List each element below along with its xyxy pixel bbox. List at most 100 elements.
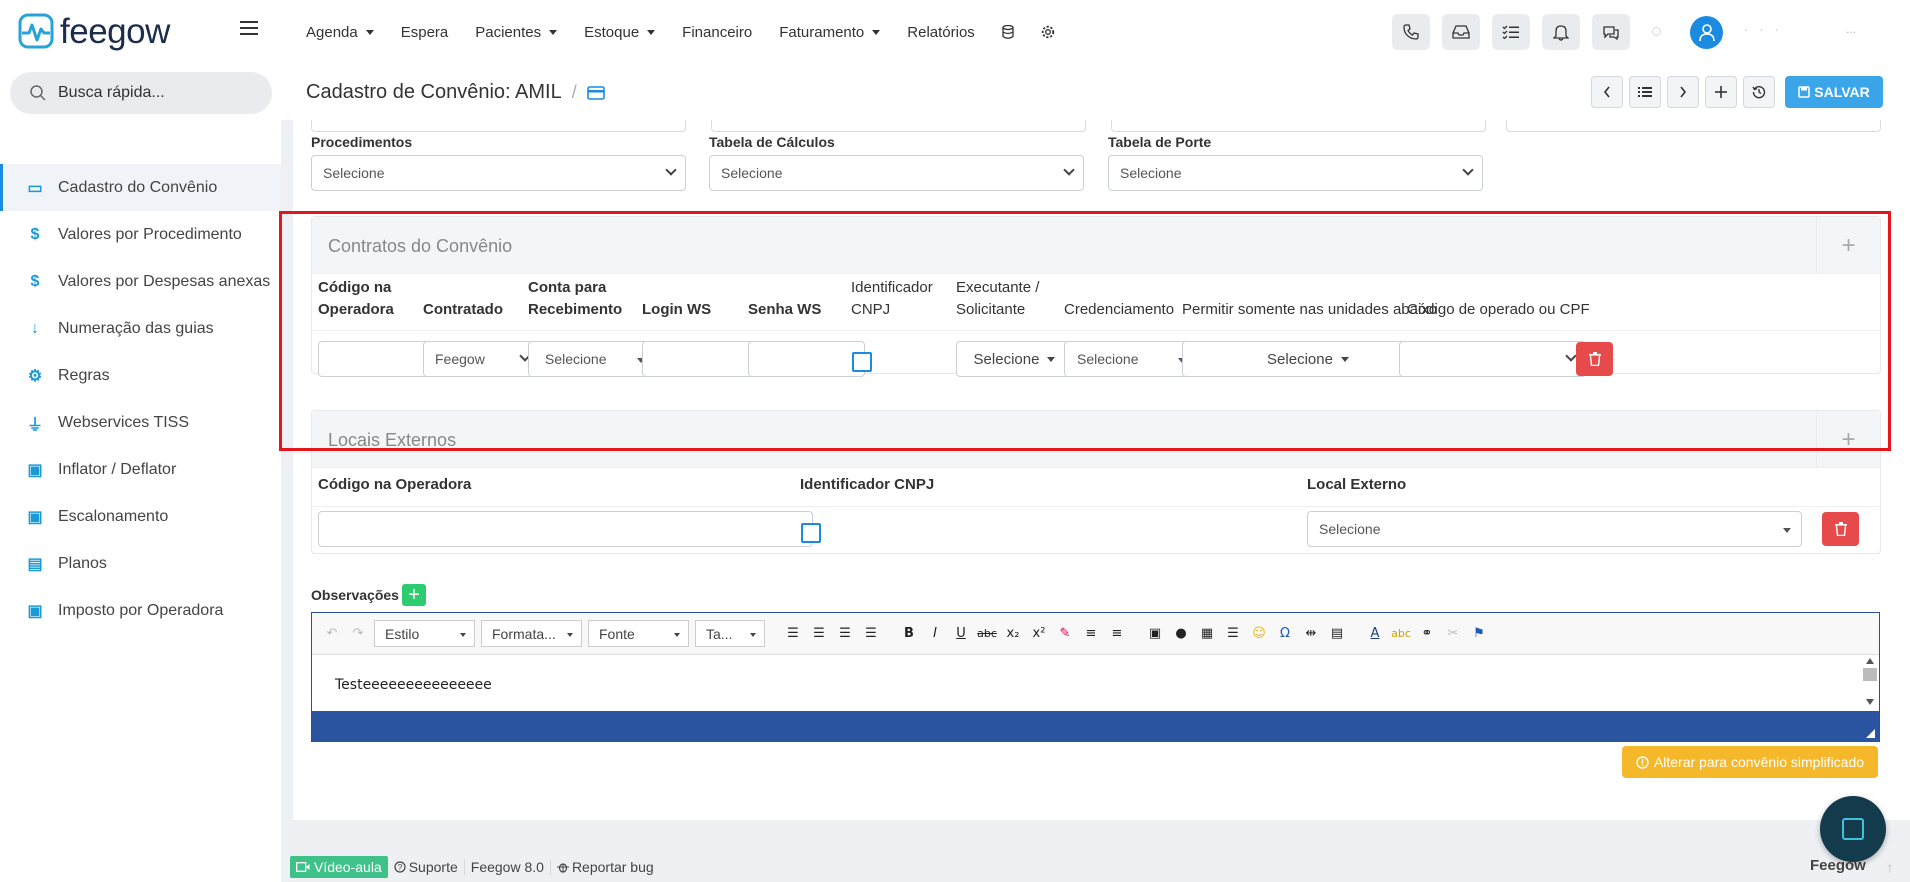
rich-text-editor[interactable]: ↶ ↷ Estilo Formata... Fonte Ta... ☰ ☰ ☰ … <box>311 612 1880 742</box>
simplify-convenio-button[interactable]: Alterar para convênio simplificado <box>1622 746 1878 778</box>
bullet-list-icon[interactable]: ≡ <box>1107 622 1127 646</box>
sidebar-item-0[interactable]: ▭ Cadastro do Convênio <box>0 164 281 211</box>
tabela-porte-select[interactable]: Selecione <box>1108 155 1483 191</box>
previous-button[interactable] <box>1591 76 1623 108</box>
flash-icon[interactable]: ● <box>1171 622 1191 646</box>
size-select[interactable]: Ta... <box>695 620 765 647</box>
local-externo-select[interactable]: Selecione <box>1307 511 1802 547</box>
nav-item-espera[interactable]: Espera <box>401 24 449 41</box>
align-left-icon[interactable]: ☰ <box>783 622 803 646</box>
next-button[interactable] <box>1667 76 1699 108</box>
sidebar-item-9[interactable]: ▣ Imposto por Operadora <box>0 587 281 634</box>
sidebar-item-7[interactable]: ▣ Escalonamento <box>0 493 281 540</box>
spellcheck-icon[interactable]: abc <box>1391 622 1411 646</box>
smiley-icon[interactable]: ☺ <box>1249 622 1269 646</box>
sidebar-item-5[interactable]: ⏚ Webservices TISS <box>0 399 281 446</box>
sidebar-item-8[interactable]: ▤ Planos <box>0 540 281 587</box>
underline-icon[interactable]: U <box>951 622 971 646</box>
sidebar-item-1[interactable]: $ Valores por Procedimento <box>0 211 281 258</box>
page-break-icon[interactable]: ⇹ <box>1301 622 1321 646</box>
executante-dropdown[interactable]: Selecione <box>956 341 1073 377</box>
align-center-icon[interactable]: ☰ <box>809 622 829 646</box>
list-button[interactable] <box>1629 76 1661 108</box>
chat-widget-button[interactable] <box>1820 796 1886 862</box>
nav-item-pacientes[interactable]: Pacientes <box>475 24 558 41</box>
sidebar-item-2[interactable]: $ Valores por Despesas anexas <box>0 258 281 305</box>
superscript-icon[interactable]: x² <box>1029 622 1049 646</box>
align-right-icon[interactable]: ☰ <box>835 622 855 646</box>
add-button[interactable] <box>1705 76 1737 108</box>
undo-icon[interactable]: ↶ <box>322 622 342 646</box>
style-select[interactable]: Estilo <box>374 620 475 647</box>
sidebar-item-3[interactable]: ↓ Numeração das guias <box>0 305 281 352</box>
video-aula-button[interactable]: Vídeo-aula <box>290 856 388 878</box>
save-button[interactable]: SALVAR <box>1785 76 1883 108</box>
italic-icon[interactable]: I <box>925 622 945 646</box>
template-icon[interactable]: ▤ <box>1327 622 1347 646</box>
delete-contrato-button[interactable] <box>1576 342 1613 376</box>
notifications-button[interactable] <box>1542 14 1580 50</box>
inbox-button[interactable] <box>1442 14 1480 50</box>
sidebar-item-6[interactable]: ▣ Inflator / Deflator <box>0 446 281 493</box>
database-icon[interactable] <box>1002 25 1014 39</box>
quick-search-input[interactable]: Busca rápida... <box>10 72 272 114</box>
horizontal-rule-icon[interactable]: ☰ <box>1223 622 1243 646</box>
add-contrato-button[interactable]: + <box>1816 217 1880 274</box>
text-color-icon[interactable]: A <box>1365 622 1385 646</box>
font-select[interactable]: Fonte <box>588 620 689 647</box>
editor-scrollbar[interactable] <box>1861 655 1879 711</box>
user-name[interactable]: · · · <box>1744 22 1783 36</box>
remove-format-icon[interactable]: ✎ <box>1055 622 1075 646</box>
gear-icon[interactable] <box>1041 25 1055 39</box>
chat-button[interactable] <box>1592 14 1630 50</box>
special-char-icon[interactable]: Ω <box>1275 622 1295 646</box>
contrato-conta-select[interactable]: Selecione <box>528 341 656 377</box>
nav-item-relatrios[interactable]: Relatórios <box>907 24 975 41</box>
tabela-calculos-select[interactable]: Selecione <box>709 155 1084 191</box>
editor-content[interactable]: Testeeeeeeeeeeeeeee <box>312 655 1858 711</box>
numbered-list-icon[interactable]: ≡ <box>1081 622 1101 646</box>
link-icon[interactable]: ⚭ <box>1417 622 1437 646</box>
unlink-icon[interactable]: ✂ <box>1443 622 1463 646</box>
nav-item-financeiro[interactable]: Financeiro <box>682 24 752 41</box>
user-avatar[interactable] <box>1690 16 1723 49</box>
contrato-codigo-input[interactable] <box>318 341 435 377</box>
nav-item-faturamento[interactable]: Faturamento <box>779 24 881 41</box>
nav-item-estoque[interactable]: Estoque <box>584 24 656 41</box>
image-icon[interactable]: ▣ <box>1145 622 1165 646</box>
history-button[interactable] <box>1743 76 1775 108</box>
credenciamento-select[interactable]: Selecione <box>1064 341 1197 377</box>
strikethrough-icon[interactable]: abc <box>977 622 997 646</box>
table-icon[interactable]: ▦ <box>1197 622 1217 646</box>
local-codigo-input[interactable] <box>318 511 813 547</box>
local-cnpj-checkbox[interactable] <box>801 523 821 543</box>
feegow-logo[interactable]: feegow <box>18 13 170 49</box>
procedimentos-select[interactable]: Selecione <box>311 155 686 191</box>
codigo-cpf-select[interactable] <box>1399 341 1586 377</box>
add-local-button[interactable]: + <box>1816 411 1880 468</box>
bold-icon[interactable]: B <box>899 622 919 646</box>
senha-ws-input[interactable] <box>748 341 865 377</box>
delete-local-button[interactable] <box>1822 512 1859 546</box>
redo-icon[interactable]: ↷ <box>348 622 368 646</box>
phone-button[interactable] <box>1392 14 1430 50</box>
nav-item-agenda[interactable]: Agenda <box>306 24 374 41</box>
contrato-cnpj-checkbox[interactable] <box>852 352 872 372</box>
resize-handle[interactable] <box>1866 729 1875 738</box>
report-bug-link[interactable]: Reportar bug <box>551 859 660 875</box>
contrato-contratado-select[interactable]: Feegow <box>423 341 540 377</box>
login-ws-input[interactable] <box>642 341 759 377</box>
anchor-flag-icon[interactable]: ⚑ <box>1469 622 1489 646</box>
tasks-button[interactable] <box>1492 14 1530 50</box>
th-local-externo: Local Externo <box>1307 476 1407 493</box>
user-unit[interactable]: ... <box>1846 22 1856 36</box>
sidebar-item-4[interactable]: ⚙ Regras <box>0 352 281 399</box>
hamburger-menu-icon[interactable] <box>240 21 258 36</box>
add-observacao-button[interactable]: + <box>402 584 426 606</box>
format-select[interactable]: Formata... <box>481 620 582 647</box>
justify-icon[interactable]: ☰ <box>861 622 881 646</box>
scroll-top-button[interactable]: ↑ <box>1878 855 1902 879</box>
subscript-icon[interactable]: x₂ <box>1003 622 1023 646</box>
support-link[interactable]: ? Suporte <box>388 859 465 875</box>
permitir-unidades-dropdown[interactable]: Selecione <box>1182 341 1434 377</box>
